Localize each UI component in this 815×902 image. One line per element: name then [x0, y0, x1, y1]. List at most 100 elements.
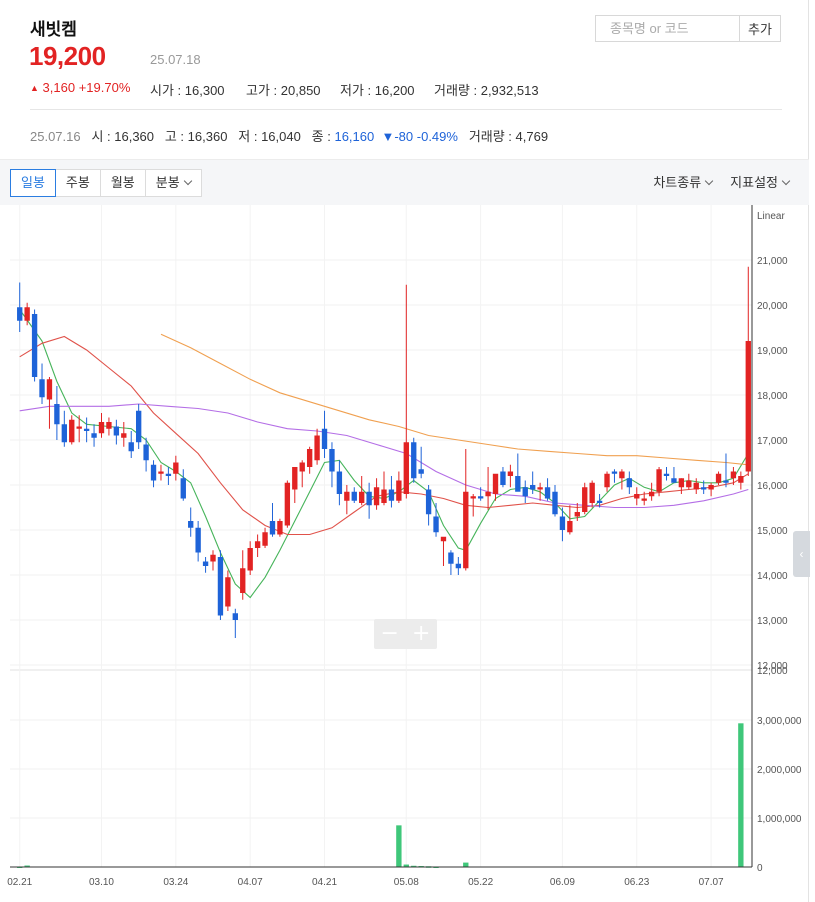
- date-tick-label: 04.21: [312, 877, 337, 888]
- prev-volume-label: 거래량 :: [468, 129, 516, 144]
- tab-minute[interactable]: 분봉: [145, 169, 202, 197]
- prev-close-label: 종 :: [311, 129, 335, 144]
- stock-name[interactable]: 새빗켐: [30, 15, 77, 40]
- candle-body: [500, 471, 506, 485]
- volume-label: 거래량 :: [434, 83, 481, 98]
- volume-tick-label: 0: [757, 863, 763, 874]
- candle-body: [701, 487, 707, 490]
- prev-high-label: 고 :: [164, 129, 188, 144]
- zoom-out-button[interactable]: −: [374, 619, 406, 649]
- volume: 거래량 : 2,932,513: [434, 80, 539, 99]
- candle-body: [470, 496, 476, 499]
- candle-body: [708, 485, 714, 490]
- candle-body: [202, 561, 209, 566]
- price-tick-label: 21,000: [757, 256, 788, 267]
- prev-change: -80: [394, 129, 414, 144]
- zoom-control: − +: [374, 619, 437, 649]
- volume-tick-label: 3,000,000: [757, 716, 802, 727]
- low-label: 저가 :: [340, 83, 375, 98]
- candle-body: [678, 478, 685, 488]
- candle-body: [515, 476, 521, 492]
- high-value: 20,850: [280, 83, 321, 98]
- candle-body: [715, 473, 722, 483]
- chevron-down-icon: [781, 176, 791, 186]
- candle-body: [611, 471, 618, 474]
- candle-body: [604, 473, 610, 488]
- candle-body: [559, 516, 566, 530]
- zoom-in-button[interactable]: +: [406, 619, 438, 649]
- volume-bar: [738, 723, 744, 867]
- candle-body: [589, 482, 595, 503]
- chart-type-dropdown[interactable]: 차트종류: [653, 169, 714, 197]
- candle-body: [91, 433, 97, 438]
- date-tick-label: 05.08: [394, 877, 419, 888]
- low-price: 저가 : 16,200: [340, 80, 415, 99]
- candle-body: [83, 428, 90, 431]
- price-date: 25.07.18: [150, 52, 201, 67]
- candle-body: [217, 557, 224, 616]
- date-tick-label: 04.07: [238, 877, 263, 888]
- tab-daily[interactable]: 일봉: [10, 169, 56, 197]
- candle-body: [366, 491, 372, 506]
- candle-body: [69, 419, 75, 443]
- low-value: 16,200: [374, 83, 415, 98]
- candle-body: [544, 487, 551, 499]
- volume-tick-label: 12,000: [757, 666, 788, 677]
- candle-body: [277, 521, 283, 535]
- candle-body: [165, 473, 172, 476]
- chevron-down-icon: [183, 176, 192, 186]
- down-arrow-icon: ▼: [381, 129, 395, 144]
- volume-tick-label: 2,000,000: [757, 765, 802, 776]
- candle-body: [693, 482, 699, 490]
- candle-body: [210, 554, 216, 562]
- candle-body: [492, 473, 499, 494]
- prev-day-summary: 25.07.16 시 : 16,360 고 : 16,360 저 : 16,04…: [30, 126, 548, 145]
- plot-background: [10, 205, 752, 867]
- chart-grid: [10, 205, 752, 868]
- open-label: 시가 :: [150, 83, 185, 98]
- up-arrow-icon: ▲: [30, 83, 39, 93]
- price-tick-label: 18,000: [757, 391, 788, 402]
- indicator-settings-dropdown[interactable]: 지표설정: [730, 169, 791, 197]
- candle-body: [359, 491, 365, 503]
- tab-weekly[interactable]: 주봉: [55, 169, 101, 197]
- add-button[interactable]: 추가: [740, 16, 780, 41]
- change-amount: 3,160: [42, 80, 76, 95]
- candle-body: [262, 532, 268, 546]
- candlestick-chart[interactable]: 21,000 20,000 19,000 18,000 17,000 16,000 15,0…: [0, 205, 809, 902]
- chart-area[interactable]: 21,000 20,000 19,000 18,000 17,000 16,000 15,0…: [0, 205, 809, 902]
- candle-body: [98, 422, 105, 434]
- candle-body: [240, 568, 246, 593]
- price-tick-label: 13,000: [757, 616, 788, 627]
- candle-body: [477, 496, 484, 499]
- candle-body: [567, 521, 573, 533]
- candle-body: [232, 613, 238, 620]
- stock-search: 추가: [595, 15, 781, 42]
- candle-body: [686, 480, 692, 488]
- candle-body: [247, 548, 253, 571]
- open-value: 16,300: [184, 83, 225, 98]
- price-tick-label: 14,000: [757, 571, 788, 582]
- chevron-left-icon[interactable]: ‹: [793, 531, 810, 577]
- candle-body: [173, 462, 179, 474]
- candle-body: [54, 404, 60, 425]
- candle-body: [121, 433, 127, 438]
- tab-monthly[interactable]: 월봉: [100, 169, 146, 197]
- candle-body: [321, 428, 328, 449]
- candle-body: [723, 480, 729, 483]
- candle-body: [425, 489, 432, 515]
- candle-body: [306, 449, 313, 467]
- candle-body: [626, 478, 633, 488]
- candle-body: [463, 491, 469, 569]
- date-tick-label: 03.10: [89, 877, 114, 888]
- candle-body: [530, 485, 536, 490]
- candle-body: [299, 462, 305, 472]
- prev-low: 16,040: [261, 129, 301, 144]
- candle-body: [225, 577, 231, 607]
- search-input[interactable]: [596, 16, 740, 41]
- candle-body: [150, 464, 157, 481]
- candle-body: [448, 552, 454, 564]
- price-tick-label: 17,000: [757, 436, 788, 447]
- chart-type-label: 차트종류: [653, 175, 702, 190]
- price-change: ▲ 3,160 +19.70%: [30, 80, 130, 95]
